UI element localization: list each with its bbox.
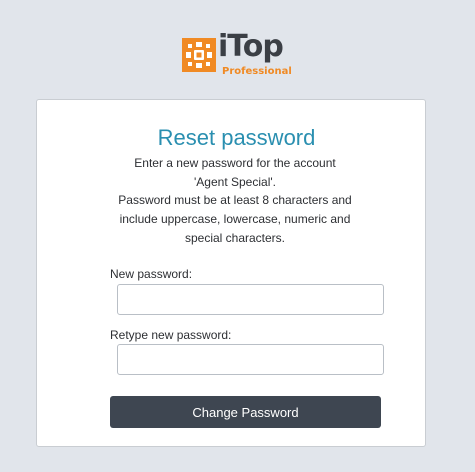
instructions-text: Enter a new password for the account 'Ag… bbox=[90, 154, 380, 248]
instructions-line: Enter a new password for the account bbox=[134, 156, 336, 170]
new-password-label: New password: bbox=[110, 267, 193, 281]
instructions-line: Password must be at least 8 characters a… bbox=[118, 193, 352, 208]
change-password-button[interactable]: Change Password bbox=[110, 396, 381, 428]
login-page: iTop Professional Reset password Enter a… bbox=[0, 0, 475, 472]
instructions-line: special characters. bbox=[184, 230, 286, 245]
logo-wordmark: iTop bbox=[218, 29, 284, 64]
new-password-field[interactable] bbox=[117, 284, 384, 315]
page-title: Reset password bbox=[157, 125, 316, 150]
itop-logo: iTop Professional bbox=[182, 32, 292, 82]
logo-edition: Professional bbox=[222, 66, 292, 77]
itop-logo-icon bbox=[182, 38, 216, 72]
page-title-wrap: Reset password bbox=[0, 124, 475, 152]
instructions-line: include uppercase, lowercase, numeric an… bbox=[119, 212, 351, 227]
retype-password-field[interactable] bbox=[117, 344, 384, 375]
instructions-line: 'Agent Special'. bbox=[194, 174, 276, 189]
retype-password-label: Retype new password: bbox=[110, 328, 232, 342]
